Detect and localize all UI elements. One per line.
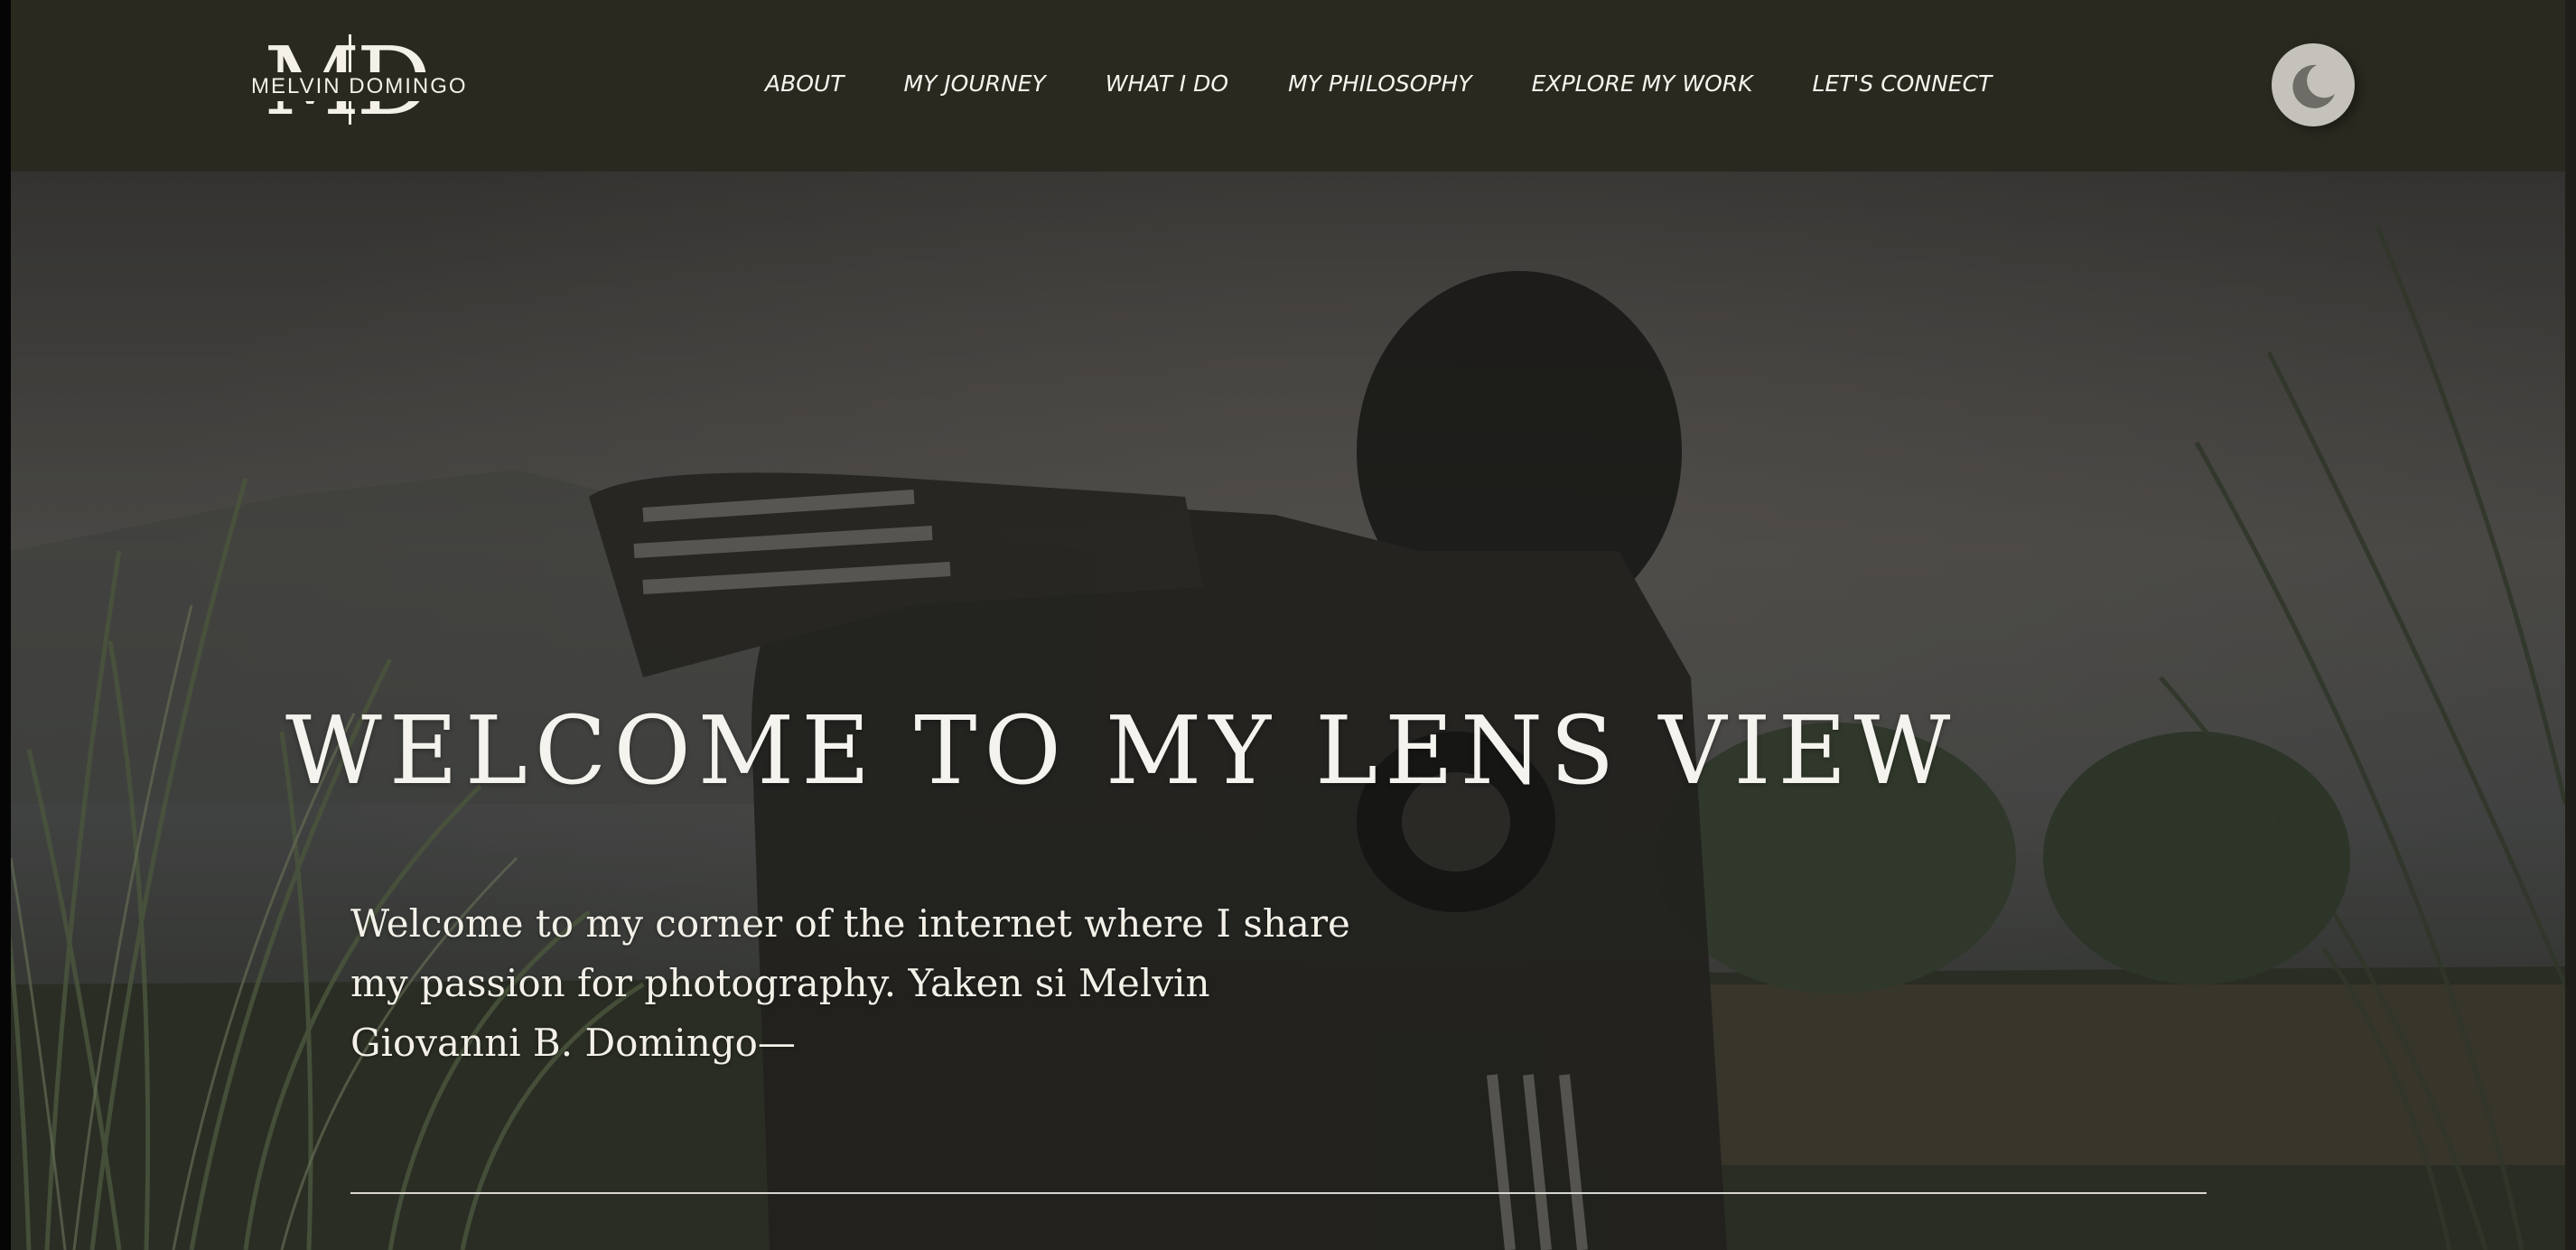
moon-icon (2292, 64, 2335, 108)
left-edge (0, 0, 11, 1250)
nav-my-journey[interactable]: MY JOURNEY (904, 70, 1046, 97)
main-nav: ABOUT MY JOURNEY WHAT I DO MY PHILOSOPHY… (765, 70, 1992, 97)
site-header: MD MELVIN DOMINGO ABOUT MY JOURNEY WHAT … (11, 0, 2565, 172)
nav-what-i-do[interactable]: WHAT I DO (1106, 70, 1228, 97)
nav-my-philosophy[interactable]: MY PHILOSOPHY (1288, 70, 1472, 97)
logo-name: MELVIN DOMINGO (246, 72, 473, 101)
page: MD MELVIN DOMINGO ABOUT MY JOURNEY WHAT … (0, 0, 2576, 1250)
site-logo[interactable]: MD MELVIN DOMINGO (237, 25, 473, 134)
hero-section: WELCOME TO MY LENS VIEW Welcome to my co… (11, 172, 2565, 1250)
theme-toggle-button[interactable] (2272, 43, 2355, 126)
hero-divider (350, 1192, 2207, 1194)
hero-title: WELCOME TO MY LENS VIEW (285, 695, 1958, 806)
nav-about[interactable]: ABOUT (765, 70, 845, 97)
nav-lets-connect[interactable]: LET'S CONNECT (1813, 70, 1993, 97)
hero-intro-text: Welcome to my corner of the internet whe… (350, 901, 1350, 1065)
right-edge (2565, 0, 2576, 1250)
nav-explore-my-work[interactable]: EXPLORE MY WORK (1532, 70, 1753, 97)
